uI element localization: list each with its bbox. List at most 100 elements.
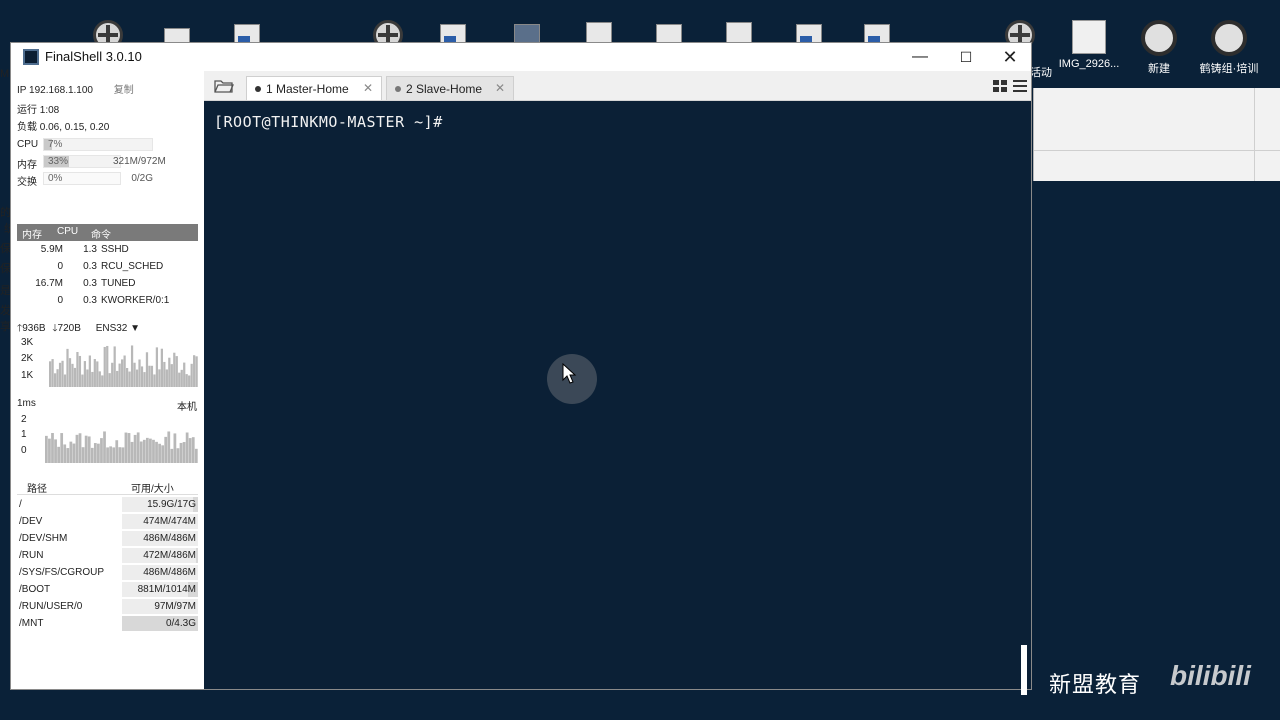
graph-bar	[49, 361, 52, 387]
graph-bar	[153, 374, 156, 387]
graph-bar	[155, 441, 158, 463]
net-axis-label: 3K	[21, 337, 34, 348]
tab-label: 1 Master-Home	[266, 82, 349, 96]
load-average: 负载 0.06, 0.15, 0.20	[17, 122, 110, 133]
tab-slave-home[interactable]: 2 Slave-Home ✕	[386, 76, 514, 100]
menu-icon[interactable]	[1013, 79, 1027, 93]
graph-bar	[173, 352, 176, 387]
upload-rate: 936B	[22, 323, 46, 334]
grid-view-icon[interactable]	[993, 80, 1007, 92]
graph-bar	[56, 369, 59, 387]
filesystem-path: /DEV/SHM	[19, 533, 68, 544]
filesystem-row[interactable]: / 15.9G/17G	[17, 497, 198, 514]
filesystem-row[interactable]: /BOOT 881M/1014M	[17, 582, 198, 599]
ip-address: IP 192.168.1.100	[17, 85, 93, 96]
graph-bar	[130, 345, 134, 387]
filesystem-row[interactable]: /RUN 472M/486M	[17, 548, 198, 565]
graph-bar	[136, 432, 140, 463]
title-bar[interactable]: FinalShell 3.0.10 — ☐ ✕	[11, 43, 1031, 71]
graph-bar	[175, 356, 178, 387]
graph-bar	[106, 345, 109, 387]
graph-bar	[68, 358, 72, 387]
graph-bar	[118, 447, 122, 463]
desktop-icon-img[interactable]: IMG_2926...	[1054, 20, 1124, 70]
background-window[interactable]	[1033, 88, 1280, 181]
graph-bar	[160, 348, 163, 387]
graph-bar	[58, 362, 62, 387]
col-cmd[interactable]: 命令	[91, 226, 111, 241]
folder-icon[interactable]	[214, 78, 234, 94]
process-row[interactable]: 0 0.3 KWORKER/0:1	[17, 294, 198, 310]
process-mem: 16.7M	[35, 278, 63, 289]
filesystem-path: /RUN	[19, 550, 44, 561]
filesystem-path: /BOOT	[19, 584, 51, 595]
graph-bar	[152, 439, 155, 463]
graph-bar	[98, 371, 101, 387]
filesystem-row[interactable]: /SYS/FS/CGROUP 486M/486M	[17, 565, 198, 582]
copy-ip-button[interactable]: 复制	[114, 85, 134, 96]
graph-bar	[138, 359, 141, 387]
graph-bar	[54, 439, 57, 463]
graph-bar	[188, 375, 191, 387]
filesystem-usage: 97M/97M	[154, 601, 196, 612]
latency-axis-label: 2	[21, 414, 27, 425]
graph-bar	[190, 363, 193, 387]
graph-bar	[164, 436, 168, 463]
graph-bar	[150, 365, 154, 387]
tab-master-home[interactable]: 1 Master-Home ✕	[246, 76, 382, 100]
close-button[interactable]: ✕	[987, 43, 1033, 71]
filesystem-row[interactable]: /RUN/USER/0 97M/97M	[17, 599, 198, 616]
close-tab-icon[interactable]: ✕	[363, 81, 373, 95]
file-icon[interactable]	[726, 22, 752, 44]
col-cpu[interactable]: CPU	[57, 226, 78, 237]
finalshell-window[interactable]: FinalShell 3.0.10 — ☐ ✕ IP 192.168.1.100…	[10, 42, 1032, 690]
graph-bar	[124, 432, 128, 463]
interface-select[interactable]: ENS32 ▼	[96, 323, 140, 334]
filesystem-row[interactable]: /MNT 0/4.3G	[17, 616, 198, 633]
desktop-icon-training[interactable]: 鹤铸组·培训	[1194, 20, 1264, 76]
desktop-icon-label: 新建	[1148, 63, 1170, 75]
chevron-down-icon: ▼	[130, 323, 141, 334]
filesystem-row[interactable]: /DEV 474M/474M	[17, 514, 198, 531]
process-table-header: 内存 CPU 命令	[17, 224, 198, 241]
process-row[interactable]: 0 0.3 RCU_SCHED	[17, 260, 198, 276]
process-row[interactable]: 5.9M 1.3 SSHD	[17, 243, 198, 259]
tab-label: 2 Slave-Home	[406, 82, 483, 96]
net-axis-label: 2K	[21, 353, 34, 364]
mouse-pointer-icon	[562, 363, 577, 384]
graph-bar	[130, 441, 134, 463]
filesystem-header: 路径 可用/大小	[17, 479, 198, 495]
mem-value: 33%	[48, 156, 69, 167]
graph-bar	[51, 433, 54, 463]
filesystem-row[interactable]: /DEV/SHM 486M/486M	[17, 531, 198, 548]
window-title: FinalShell 3.0.10	[45, 49, 142, 64]
file-icon[interactable]	[586, 22, 612, 44]
graph-bar	[183, 362, 186, 387]
graph-bar	[112, 447, 116, 463]
filesystem-usage: 474M/474M	[143, 516, 196, 527]
session-status-icon	[395, 86, 401, 92]
graph-bar	[63, 374, 67, 387]
minimize-button[interactable]: —	[897, 43, 943, 71]
graph-bar	[170, 364, 173, 387]
graph-bar	[113, 346, 116, 387]
graph-bar	[191, 437, 195, 463]
process-row[interactable]: 16.7M 0.3 TUNED	[17, 277, 198, 293]
maximize-button[interactable]: ☐	[943, 43, 989, 71]
graph-bar	[139, 441, 143, 463]
graph-bar	[165, 369, 168, 387]
swap-value: 0%	[48, 173, 63, 184]
image-file-icon	[1072, 20, 1106, 54]
graph-bar	[75, 434, 79, 463]
mem-bar: 33%	[43, 155, 121, 168]
graph-bar	[88, 355, 91, 387]
latency-label: 1ms	[17, 398, 36, 409]
graph-bar	[51, 359, 54, 387]
terminal[interactable]: [ROOT@THINKMO-MASTER ~]#	[204, 101, 1031, 689]
process-cpu: 0.3	[83, 295, 97, 306]
filesystem-path: /MNT	[19, 618, 44, 629]
col-mem[interactable]: 内存	[22, 226, 42, 241]
desktop-icon-new[interactable]: 新建	[1124, 20, 1194, 76]
close-tab-icon[interactable]: ✕	[495, 81, 505, 95]
graph-bar	[103, 431, 106, 463]
